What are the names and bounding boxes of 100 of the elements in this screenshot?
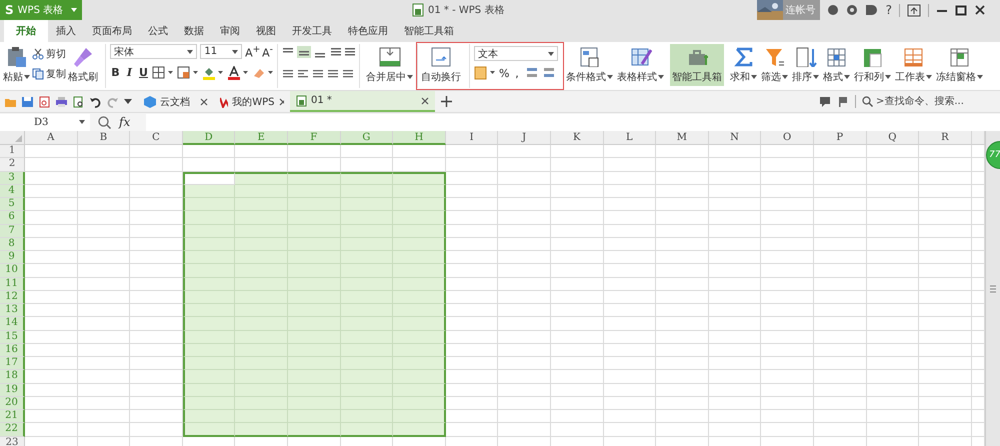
ribbon-button[interactable]: 冻结窗格 <box>934 44 985 86</box>
flag-icon[interactable] <box>837 96 849 107</box>
caret-icon[interactable] <box>123 98 133 104</box>
search-field[interactable]: >查找命令、搜索... <box>862 96 994 107</box>
copy-button[interactable]: 复制 <box>32 67 66 81</box>
menu-tab[interactable]: 数据 <box>176 20 212 42</box>
menu-tab[interactable]: 智能工具箱 <box>396 20 462 42</box>
clipboard-icon <box>6 46 28 68</box>
cell-fill-icon[interactable] <box>177 66 199 80</box>
number-format-field[interactable]: 文本 <box>474 46 558 61</box>
menu-tab[interactable]: 页面布局 <box>84 20 140 42</box>
ribbon-button[interactable]: 智能工具箱 <box>670 44 724 86</box>
name-box[interactable]: D3 <box>0 114 90 130</box>
zoom-icon[interactable] <box>98 116 111 128</box>
font-style-button[interactable]: U <box>138 66 149 80</box>
menu-tab[interactable]: 开发工具 <box>284 20 340 42</box>
menu-tab[interactable]: 视图 <box>248 20 284 42</box>
fill-color-icon[interactable] <box>202 66 224 80</box>
print-preview-icon[interactable] <box>72 96 85 108</box>
spreadsheet-file-icon <box>296 94 307 106</box>
menu-tab[interactable]: 插入 <box>48 20 84 42</box>
save-icon[interactable] <box>21 96 34 108</box>
ribbon-button[interactable]: 排序 <box>790 44 821 86</box>
increase-font-button[interactable]: A$^{+}$ <box>245 44 258 60</box>
printer-icon[interactable] <box>55 96 68 108</box>
chat-icon[interactable] <box>819 96 831 107</box>
account-name: 连帐号 <box>786 4 816 17</box>
triangle-icon <box>15 135 22 142</box>
ribbon-button[interactable]: 格式 <box>821 44 852 86</box>
vertical-scrollbar[interactable] <box>985 131 1000 446</box>
font-color-icon[interactable] <box>227 66 249 80</box>
ribbon-button[interactable]: 条件格式 <box>564 44 615 86</box>
sigma-icon <box>732 46 755 67</box>
font-style-button[interactable]: I <box>124 66 135 80</box>
menu-tab[interactable]: 审阅 <box>212 20 248 42</box>
ribbon-button[interactable]: 求和 <box>728 44 759 86</box>
undo-icon[interactable] <box>89 96 102 108</box>
caret-icon <box>79 120 85 124</box>
ribbon-button[interactable]: 工作表 <box>893 44 934 86</box>
currency-icon[interactable] <box>474 66 496 80</box>
new-tab-icon[interactable] <box>441 96 452 107</box>
borders-icon[interactable] <box>152 66 174 80</box>
merge-center-button[interactable]: 合并居中 <box>366 70 413 84</box>
restore-up-icon[interactable] <box>907 4 921 16</box>
column-header[interactable]: C <box>130 131 183 145</box>
column-header[interactable]: K <box>550 131 604 145</box>
caret-icon <box>187 50 194 54</box>
column-header[interactable]: M <box>656 131 709 145</box>
font-name-field[interactable]: 宋体 <box>110 44 198 60</box>
document-tab[interactable]: 01 * <box>290 91 435 112</box>
caret-icon <box>232 50 238 54</box>
ribbon-button[interactable]: 筛选 <box>759 44 790 86</box>
formula-input[interactable] <box>146 114 1000 130</box>
ribbon-button[interactable]: 行和列 <box>852 44 893 86</box>
cut-button[interactable]: 剪切 <box>32 47 66 61</box>
ribbon-button[interactable]: 表格样式 <box>615 44 666 86</box>
caret-icon <box>813 75 819 79</box>
column-header[interactable]: I <box>446 131 498 145</box>
increase-decimal-icon[interactable] <box>525 66 539 80</box>
paste-button[interactable]: 粘贴 <box>3 70 30 84</box>
pdf-icon[interactable] <box>38 96 51 108</box>
caret-icon <box>926 75 932 79</box>
menu-tab[interactable]: 开始 <box>4 20 48 42</box>
worksheet-icon <box>902 46 925 67</box>
wrap-text-button[interactable]: 自动换行 <box>421 70 461 84</box>
grip-icon <box>990 285 996 293</box>
column-header[interactable]: B <box>78 131 130 145</box>
cube-icon <box>144 96 156 108</box>
row-header[interactable]: 2 <box>0 158 25 172</box>
column-header[interactable]: O <box>761 131 814 145</box>
decrease-decimal-icon[interactable] <box>542 66 556 80</box>
format-painter-button[interactable]: 格式刷 <box>68 70 98 84</box>
rows-columns-icon <box>861 46 884 67</box>
caret-icon <box>885 75 891 79</box>
column-header[interactable]: J <box>498 131 551 145</box>
font-style-button[interactable]: B <box>110 66 121 80</box>
menu-tab[interactable]: 公式 <box>140 20 176 42</box>
window-title: 01 * - WPS 表格 <box>428 4 504 17</box>
menu-tab[interactable]: 特色应用 <box>340 20 396 42</box>
help-button[interactable]: ? <box>886 3 892 17</box>
comma-button[interactable]: , <box>512 66 522 80</box>
row-header[interactable]: 1 <box>0 145 25 158</box>
font-size-field[interactable]: 11 <box>200 44 242 60</box>
maximize-icon[interactable] <box>955 4 967 16</box>
app-menu-button[interactable]: S WPS 表格 <box>0 0 82 20</box>
column-header[interactable]: L <box>604 131 656 145</box>
settings-icon[interactable] <box>846 4 858 16</box>
sort-icon <box>794 46 817 67</box>
column-header[interactable]: P <box>814 131 866 145</box>
column-header[interactable]: A <box>25 131 78 145</box>
decrease-font-button[interactable]: A$^{-}$ <box>261 44 274 60</box>
column-header[interactable]: R <box>919 131 972 145</box>
document-tab[interactable]: 我的WPS <box>214 91 290 112</box>
column-header[interactable]: N <box>708 131 762 145</box>
document-tab[interactable]: 云文档 <box>138 91 214 112</box>
function-label[interactable]: fx <box>119 115 130 129</box>
percent-button[interactable]: % <box>499 66 509 80</box>
cell-format-icon <box>825 46 848 67</box>
column-header[interactable]: Q <box>866 131 920 145</box>
caret-icon <box>751 75 757 79</box>
